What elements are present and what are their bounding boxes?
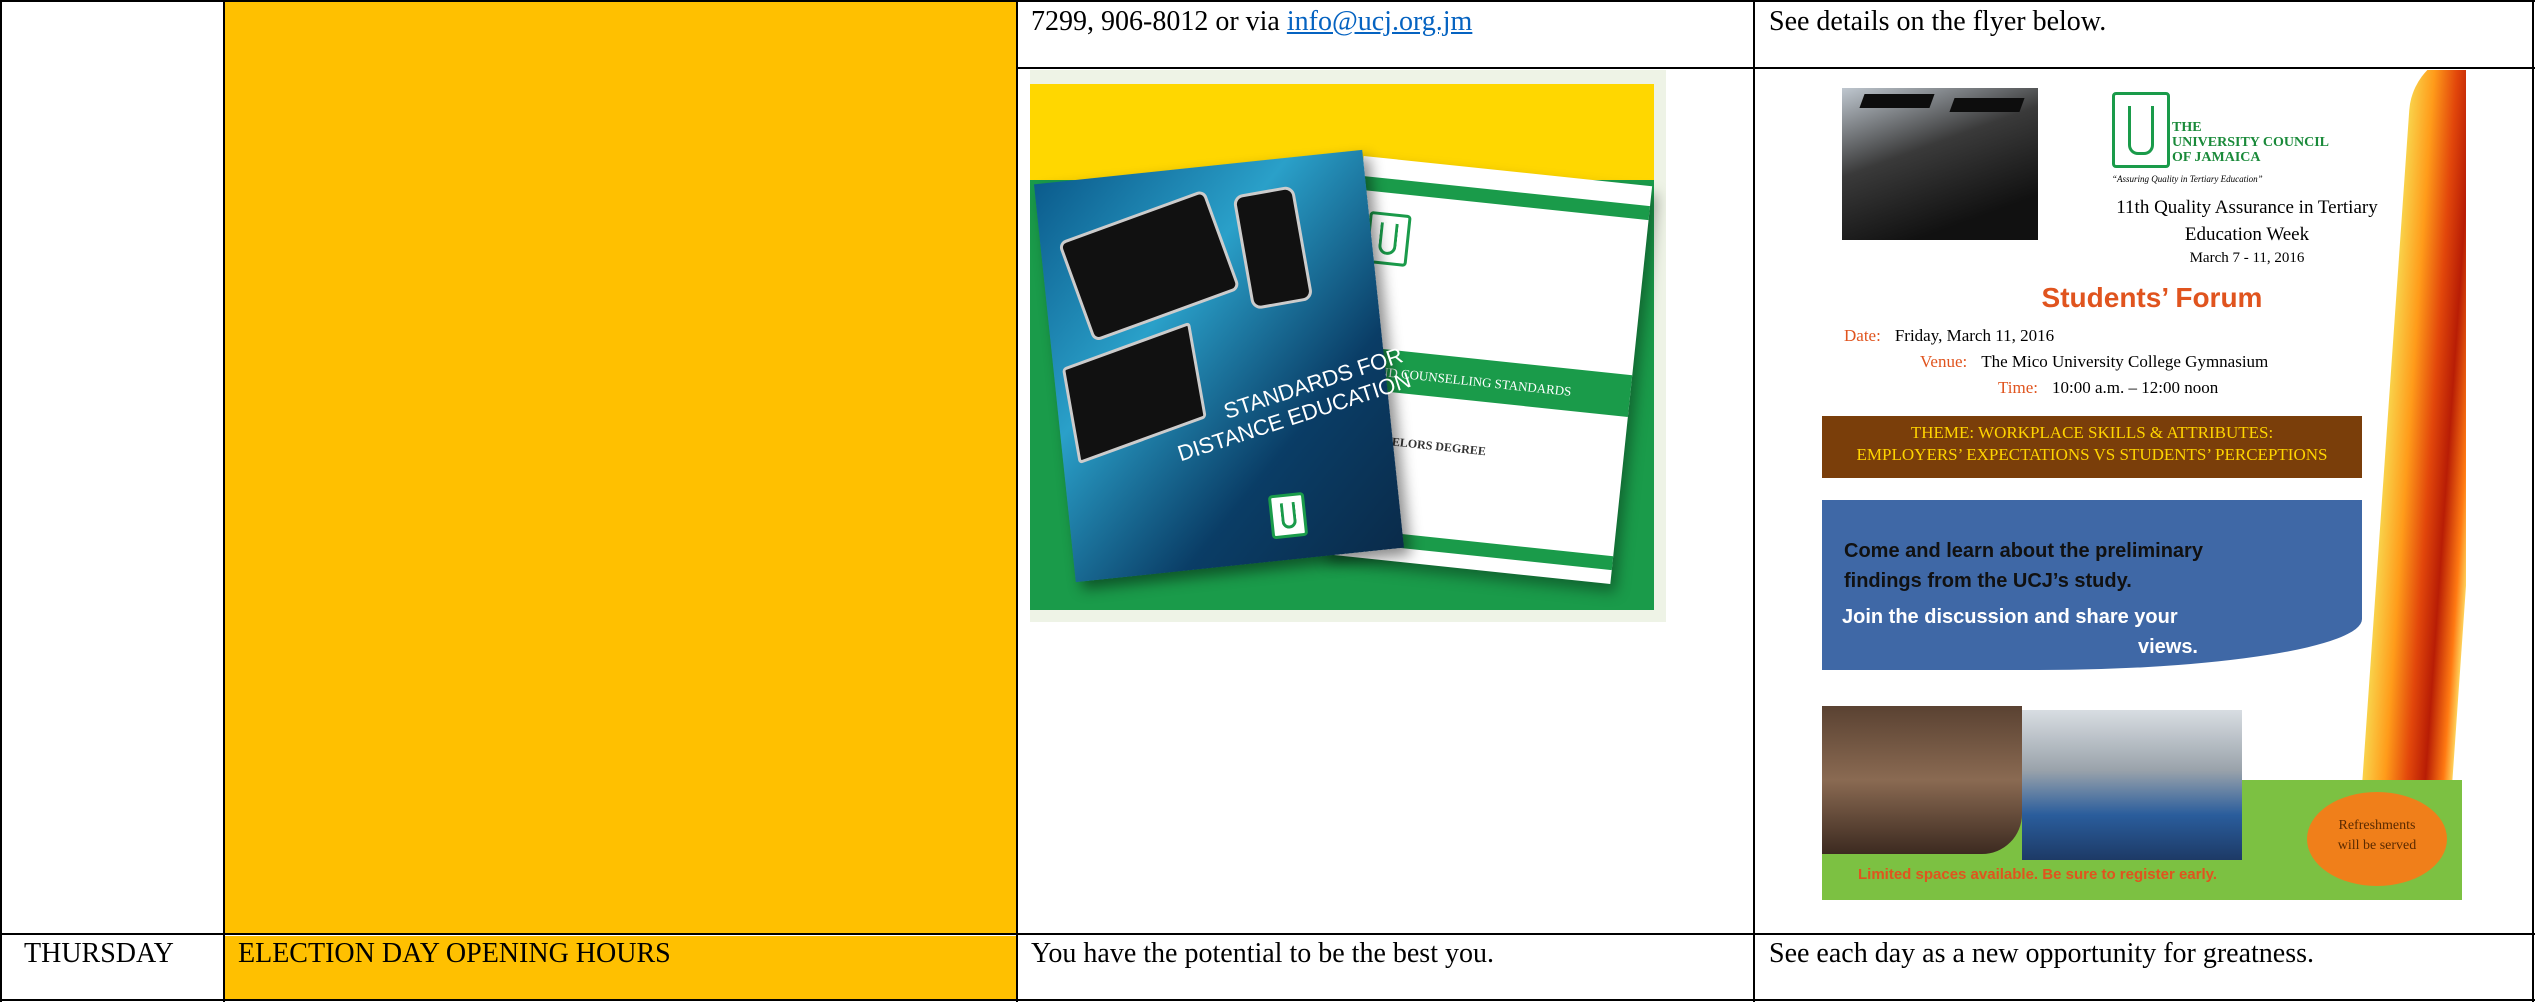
table-col-divider-3 — [1753, 0, 1755, 1002]
flyer-note: See details on the flyer below. — [1769, 6, 2107, 37]
contact-prefix: 7299, 906-8012 or via — [1031, 6, 1287, 37]
book1-title: STANDARDS FOR DISTANCE EDUCATION — [1174, 342, 1414, 467]
table-col-divider-4 — [2532, 0, 2534, 1002]
tablet-icon — [1057, 189, 1241, 343]
table-col-divider-1 — [223, 0, 225, 1002]
email-link[interactable]: info@ucj.org.jm — [1287, 6, 1472, 37]
qa-week-dates: March 7 - 11, 2016 — [2189, 250, 2305, 266]
phone-icon — [1232, 185, 1314, 311]
learn-text: Come and learn about the preliminary fin… — [1844, 540, 2203, 592]
quote-cell-1: You have the potential to be the best yo… — [1031, 938, 1494, 969]
ucj-logo-icon — [2112, 92, 2170, 168]
forum-date: Date: Friday, March 11, 2016 — [1844, 326, 2055, 345]
table-border-top — [0, 0, 2535, 2]
graduates-photo — [1842, 88, 2038, 240]
ucj-org-name: THE UNIVERSITY COUNCIL OF JAMAICA — [2172, 120, 2330, 165]
quote-cell-2: See each day as a new opportunity for gr… — [1769, 938, 2315, 969]
computer-workers-photo — [2022, 710, 2242, 860]
students-forum-flyer: THE UNIVERSITY COUNCIL OF JAMAICA “Assur… — [1822, 70, 2466, 900]
distance-education-book: STANDARDS FOR DISTANCE EDUCATION — [1033, 149, 1414, 583]
ucj-tagline: “Assuring Quality in Tertiary Education” — [2112, 174, 2263, 184]
limited-spaces-note: Limited spaces available. Be sure to reg… — [1858, 866, 2218, 883]
table-col-divider-2 — [1016, 0, 1018, 1002]
day-cell: THURSDAY — [24, 938, 174, 969]
forum-time: Time: 10:00 a.m. – 12:00 noon — [1998, 378, 2219, 397]
contact-text: 7299, 906-8012 or via info@ucj.org.jm — [1031, 6, 1472, 38]
refreshments-badge: Refreshments will be served — [2307, 792, 2447, 886]
event-column-highlight-top — [225, 2, 1016, 933]
grad-cap-icon — [1949, 98, 2025, 112]
table-col-divider-0 — [0, 0, 2, 1002]
qa-week-title: 11th Quality Assurance in Tertiary Educa… — [2116, 197, 2378, 245]
event-cell: ELECTION DAY OPENING HOURS — [238, 938, 671, 969]
table-inner-divider-col3 — [1016, 67, 1754, 69]
forum-venue: Venue: The Mico University College Gymnas… — [1920, 352, 2269, 371]
interview-photo — [1822, 706, 2022, 854]
ucj-logo-icon — [1267, 491, 1309, 540]
forum-theme: THEME: WORKPLACE SKILLS & ATTRIBUTES: EM… — [1822, 416, 2362, 478]
table-inner-divider-col4 — [1754, 67, 2535, 69]
table-border-bottom — [0, 999, 2535, 1001]
forum-title: Students’ Forum — [2041, 282, 2263, 313]
table-row-divider — [0, 933, 2535, 935]
join-text: Join the discussion and share your views… — [1842, 606, 2198, 658]
standards-books-image: E AND COUNSELLING STANDARDS CHELORS DEGR… — [1030, 70, 1666, 622]
grad-cap-icon — [1859, 94, 1935, 108]
